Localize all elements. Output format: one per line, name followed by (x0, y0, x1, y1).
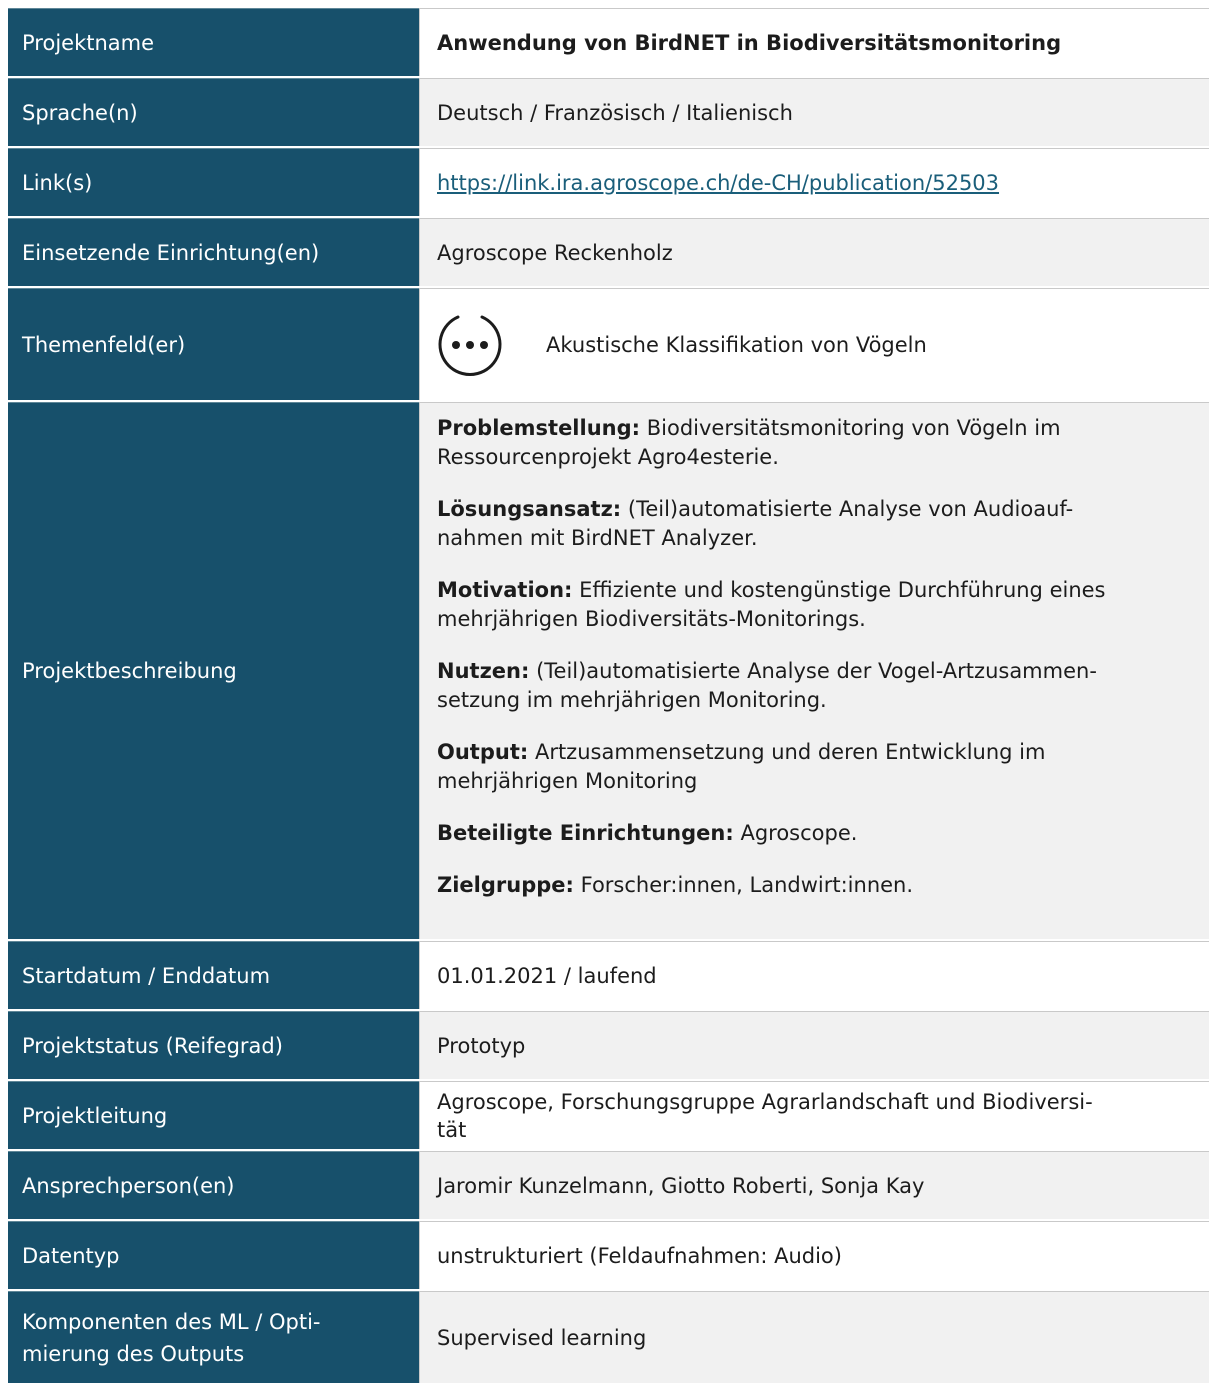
paragraph-text: mehrjährigen Biodiversitäts-Monitorings. (437, 607, 866, 631)
paragraph-heading: Output: (437, 740, 529, 764)
row-ansprech: Ansprechperson(en) Jaromir Kunzelmann, G… (8, 1149, 1209, 1219)
paragraph-motivation: Motivation: Effiziente und kostengünstig… (437, 576, 1197, 634)
value-leitung-cell: Agroscope, Forschungsgruppe Agrarlandsch… (419, 1081, 1209, 1149)
label-leitung: Projektleitung (8, 1081, 419, 1149)
value-datum: 01.01.2021 / laufend (419, 941, 1209, 1009)
value-projektname: Anwendung von BirdNET in Biodiversitätsm… (419, 8, 1209, 76)
label-beschreibung: Projektbeschreibung (8, 402, 419, 939)
paragraph-nutzen: Nutzen: (Teil)automatisierte Analyse der… (437, 657, 1197, 715)
label-themenfeld: Themenfeld(er) (8, 288, 419, 400)
value-datentyp: unstrukturiert (Feldaufnahmen: Audio) (419, 1221, 1209, 1289)
row-themenfeld: Themenfeld(er) Akustische Klassifikation… (8, 286, 1209, 400)
paragraph-text: Ressourcenprojekt Agro4esterie. (437, 445, 779, 469)
label-link: Link(s) (8, 148, 419, 216)
label-komponenten-line1: Komponenten des ML / Opti- (22, 1309, 321, 1334)
row-beschreibung: Projektbeschreibung Problemstellung: Bio… (8, 400, 1209, 939)
value-status: Prototyp (419, 1011, 1209, 1079)
paragraph-text: Biodiversitätsmonitoring von Vögeln im (646, 416, 1061, 440)
row-status: Projektstatus (Reifegrad) Prototyp (8, 1009, 1209, 1079)
paragraph-text: nahmen mit BirdNET Analyzer. (437, 526, 758, 550)
row-einrichtung: Einsetzende Einrichtung(en) Agroscope Re… (8, 216, 1209, 286)
row-datum: Startdatum / Enddatum 01.01.2021 / laufe… (8, 939, 1209, 1009)
value-themenfeld-cell: Akustische Klassifikation von Vögeln (419, 288, 1209, 400)
ellipsis-circle-icon (438, 315, 502, 376)
value-beschreibung: Problemstellung: Biodiversitätsmonitorin… (419, 402, 1209, 939)
paragraph-zielgruppe: Zielgruppe: Forscher:innen, Landwirt:inn… (437, 871, 1197, 900)
row-leitung: Projektleitung Agroscope, Forschungsgrup… (8, 1079, 1209, 1149)
label-komponenten-line2: mierung des Outputs (22, 1341, 245, 1366)
paragraph-heading: Motivation: (437, 578, 573, 602)
paragraph-text: Artzusammensetzung und deren Entwicklung… (534, 740, 1046, 764)
label-komponenten-cell: Komponenten des ML / Opti- mierung des O… (8, 1291, 419, 1383)
label-projektname: Projektname (8, 8, 419, 76)
row-datentyp: Datentyp unstrukturiert (Feldaufnahmen: … (8, 1219, 1209, 1289)
paragraph-beteiligte: Beteiligte Einrichtungen: Agroscope. (437, 819, 1197, 848)
value-leitung-line1: Agroscope, Forschungsgruppe Agrarlandsch… (437, 1089, 1093, 1114)
label-status: Projektstatus (Reifegrad) (8, 1011, 419, 1079)
paragraph-text: Agroscope. (740, 821, 858, 845)
value-sprache: Deutsch / Französisch / Italienisch (419, 78, 1209, 146)
publication-link[interactable]: https://link.ira.agroscope.ch/de-CH/publ… (437, 169, 999, 197)
label-datentyp: Datentyp (8, 1221, 419, 1289)
paragraph-text: Forscher:innen, Landwirt:innen. (580, 873, 914, 897)
value-komponenten: Supervised learning (419, 1291, 1209, 1383)
label-sprache: Sprache(n) (8, 78, 419, 146)
paragraph-heading: Problemstellung: (437, 416, 641, 440)
paragraph-heading: Nutzen: (437, 659, 530, 683)
paragraph-heading: Zielgruppe: (437, 873, 574, 897)
row-projektname: Projektname Anwendung von BirdNET in Bio… (8, 8, 1209, 76)
label-ansprech: Ansprechperson(en) (8, 1151, 419, 1219)
paragraph-text: setzung im mehrjährigen Monitoring. (437, 688, 827, 712)
paragraph-output: Output: Artzusammensetzung und deren Ent… (437, 738, 1197, 796)
label-einrichtung: Einsetzende Einrichtung(en) (8, 218, 419, 286)
paragraph-text: Effiziente und kostengünstige Durchführu… (579, 578, 1106, 602)
value-ansprech: Jaromir Kunzelmann, Giotto Roberti, Sonj… (419, 1151, 1209, 1219)
label-datum: Startdatum / Enddatum (8, 941, 419, 1009)
value-link-cell: https://link.ira.agroscope.ch/de-CH/publ… (419, 148, 1209, 216)
paragraph-text: (Teil)automatisierte Analyse von Audioau… (627, 497, 1074, 521)
row-link: Link(s) https://link.ira.agroscope.ch/de… (8, 146, 1209, 216)
value-leitung-line2: tät (437, 1117, 467, 1142)
paragraph-loesungsansatz: Lösungsansatz: (Teil)automatisierte Anal… (437, 495, 1197, 553)
paragraph-problemstellung: Problemstellung: Biodiversitätsmonitorin… (437, 414, 1197, 472)
row-sprache: Sprache(n) Deutsch / Französisch / Itali… (8, 76, 1209, 146)
value-themenfeld: Akustische Klassifikation von Vögeln (546, 332, 927, 357)
value-einrichtung: Agroscope Reckenholz (419, 218, 1209, 286)
paragraph-heading: Beteiligte Einrichtungen: (437, 821, 734, 845)
project-info-table: Projektname Anwendung von BirdNET in Bio… (8, 8, 1209, 1383)
row-komponenten: Komponenten des ML / Opti- mierung des O… (8, 1289, 1209, 1383)
paragraph-heading: Lösungsansatz: (437, 497, 622, 521)
paragraph-text: (Teil)automatisierte Analyse der Vogel-A… (536, 659, 1097, 683)
paragraph-text: mehrjährigen Monitoring (437, 769, 698, 793)
